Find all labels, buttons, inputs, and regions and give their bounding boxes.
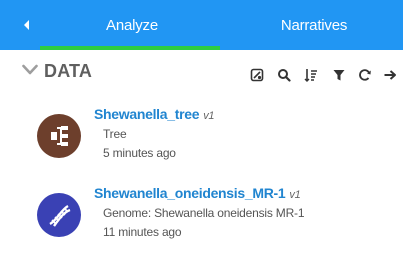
object-timestamp: 5 minutes ago (103, 146, 176, 160)
dna-icon (37, 193, 81, 237)
search-icon[interactable] (277, 68, 291, 82)
refresh-icon[interactable] (358, 68, 372, 82)
filter-icon[interactable] (332, 68, 346, 82)
sort-icon[interactable] (304, 68, 318, 82)
active-tab-indicator (40, 46, 220, 50)
data-panel-title: DATA (44, 61, 93, 81)
palette-icon[interactable] (250, 68, 264, 82)
expand-arrow-icon[interactable] (383, 68, 397, 82)
object-name[interactable]: Shewanella_tree (94, 106, 200, 122)
data-object-row[interactable]: Shewanella_tree v1 Tree 5 minutes ago (0, 104, 403, 174)
object-timestamp: 11 minutes ago (103, 225, 182, 239)
object-version: v1 (289, 189, 301, 201)
data-panel-header: DATA (0, 58, 403, 88)
chevron-left-icon[interactable] (22, 19, 32, 31)
object-version: v1 (203, 110, 215, 122)
object-type: Genome: Shewanella oneidensis MR-1 (103, 206, 305, 220)
data-object-row[interactable]: Shewanella_oneidensis_MR-1 v1 Genome: She… (0, 183, 403, 253)
object-name-link[interactable]: Shewanella_tree v1 (94, 106, 215, 122)
tab-bar: Analyze Narratives (0, 0, 403, 50)
object-name-link[interactable]: Shewanella_oneidensis_MR-1 v1 (94, 185, 301, 201)
chevron-down-icon[interactable] (22, 63, 38, 81)
object-name[interactable]: Shewanella_oneidensis_MR-1 (94, 185, 286, 201)
tab-narratives[interactable]: Narratives (224, 0, 403, 50)
tab-analyze[interactable]: Analyze (40, 0, 224, 50)
object-type: Tree (103, 127, 127, 141)
tree-icon (37, 114, 81, 158)
